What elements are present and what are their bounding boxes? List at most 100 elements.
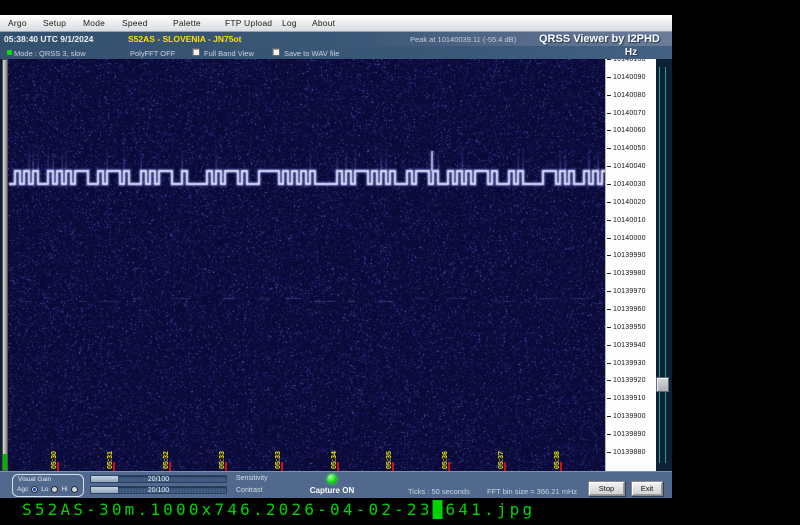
frequency-scrollbar-track[interactable] [659,67,666,463]
time-tick [225,462,227,471]
visual-gain-title: Visual Gain [18,476,51,483]
gain-radio-lo[interactable] [51,486,58,493]
freq-value: 10139900 [613,413,646,420]
contrast-label: Contrast [236,487,262,494]
polyfft-readout: PolyFFT OFF [130,49,175,58]
gain-option-label: Agc [17,486,28,493]
gain-option-label: Lo [41,486,48,493]
save-wav-checkbox[interactable] [272,48,280,56]
freq-label: 10140030 [607,180,646,189]
freq-value: 10139920 [613,377,646,384]
freq-value: 10140050 [613,145,646,152]
time-tick [504,462,506,471]
freq-tick [607,95,611,96]
mode-bar: Mode : QRSS 3, slow PolyFFT OFF Full Ban… [0,46,672,59]
freq-tick [607,184,611,185]
menu-item-about[interactable]: About [312,18,335,28]
freq-label: 10140100 [607,59,646,64]
capture-led-icon [327,474,337,484]
freq-value: 10140060 [613,127,646,134]
freq-label: 10140020 [607,198,646,207]
visual-gain-radios: AgcLoHi [17,486,78,493]
freq-label: 10139990 [607,251,646,260]
freq-label: 10139880 [607,448,646,457]
freq-tick [607,220,611,221]
freq-value: 10139990 [613,252,646,259]
freq-tick [607,363,611,364]
freq-tick [607,273,611,274]
menu-item-palette[interactable]: Palette [173,18,201,28]
freq-value: 10139940 [613,342,646,349]
gain-radio-hi[interactable] [71,486,78,493]
menu-item-speed[interactable]: Speed [122,18,148,28]
time-tick [560,462,562,471]
freq-tick [607,345,611,346]
screen: Argo Setup Mode Speed Palette FTP Upload Log Ab… [0,0,800,525]
menu-item-setup[interactable]: Setup [43,18,66,28]
freq-value: 10140090 [613,74,646,81]
mode-readout: Mode : QRSS 3, slow [14,49,86,58]
control-bar: Visual Gain AgcLoHi 20/100 20/100 Sensit… [0,471,672,498]
capture-filename: S52AS-30m.1000x746.2026-04-02-23█641.jpg [22,500,535,519]
capture-status: Capture ON [300,486,364,495]
freq-label: 10139910 [607,394,646,403]
menu-item-ftp-upload[interactable]: FTP Upload [225,18,272,28]
sensitivity-slider[interactable]: 20/100 [90,475,227,483]
freq-label: 10139940 [607,341,646,350]
freq-tick [607,452,611,453]
menu-item-log[interactable]: Log [282,18,297,28]
waterfall-area: 05:3005:3105:3205:3305:3305:3405:3505:36… [0,59,672,471]
freq-label: 10139890 [607,430,646,439]
freq-value: 10139930 [613,360,646,367]
time-tick [448,462,450,471]
stop-button[interactable]: Stop [588,481,625,496]
freq-tick [607,327,611,328]
save-wav-label: Save to WAV file [284,49,339,58]
time-tick [337,462,339,471]
exit-button[interactable]: Exit [631,481,663,496]
sensitivity-label: Sensitivity [236,475,268,482]
contrast-slider[interactable]: 20/100 [90,486,227,494]
waterfall-display[interactable] [8,59,605,471]
freq-tick [607,291,611,292]
freq-label: 10140070 [607,109,646,118]
freq-tick [607,309,611,310]
freq-tick [607,77,611,78]
time-tick [169,462,171,471]
menu-item-argo[interactable]: Argo [8,18,27,28]
time-tick [113,462,115,471]
freq-tick [607,238,611,239]
visual-gain-group: Visual Gain AgcLoHi [12,474,84,497]
freq-tick [607,398,611,399]
ticks-info: Ticks : 50 seconds [408,487,470,496]
freq-label: 10139900 [607,412,646,421]
status-bar: 05:38:40 UTC 9/1/2024 S52AS - SLOVENIA -… [0,32,672,46]
fft-bin-info: FFT bin size = 366.21 mHz [487,487,577,496]
freq-label: 10140010 [607,216,646,225]
frequency-scale: 1014010010140090101400801014007010140060… [605,59,656,471]
contrast-value: 20/100 [91,487,226,495]
full-band-view-checkbox[interactable] [192,48,200,56]
freq-label: 10139960 [607,305,646,314]
freq-label: 10140090 [607,73,646,82]
menu-item-mode[interactable]: Mode [83,18,105,28]
freq-label: 10140050 [607,144,646,153]
freq-tick [607,202,611,203]
freq-label: 10139930 [607,359,646,368]
gain-radio-agc[interactable] [31,486,38,493]
freq-label: 10139980 [607,269,646,278]
frequency-scrollbar-thumb[interactable] [656,377,669,392]
freq-value: 10139950 [613,324,646,331]
station-callsign: S52AS - SLOVENIA - JN75ot [128,34,242,44]
status-led-icon [7,50,12,55]
time-tick [57,462,59,471]
freq-value: 10139980 [613,270,646,277]
freq-tick [607,59,611,60]
time-tick [392,462,394,471]
utc-clock: 05:38:40 UTC 9/1/2024 [4,34,93,44]
buffer-level-fill [3,454,7,470]
argo-window: Argo Setup Mode Speed Palette FTP Upload Log Ab… [0,15,672,497]
freq-value: 10139960 [613,306,646,313]
freq-value: 10139890 [613,431,646,438]
freq-label: 10140040 [607,162,646,171]
